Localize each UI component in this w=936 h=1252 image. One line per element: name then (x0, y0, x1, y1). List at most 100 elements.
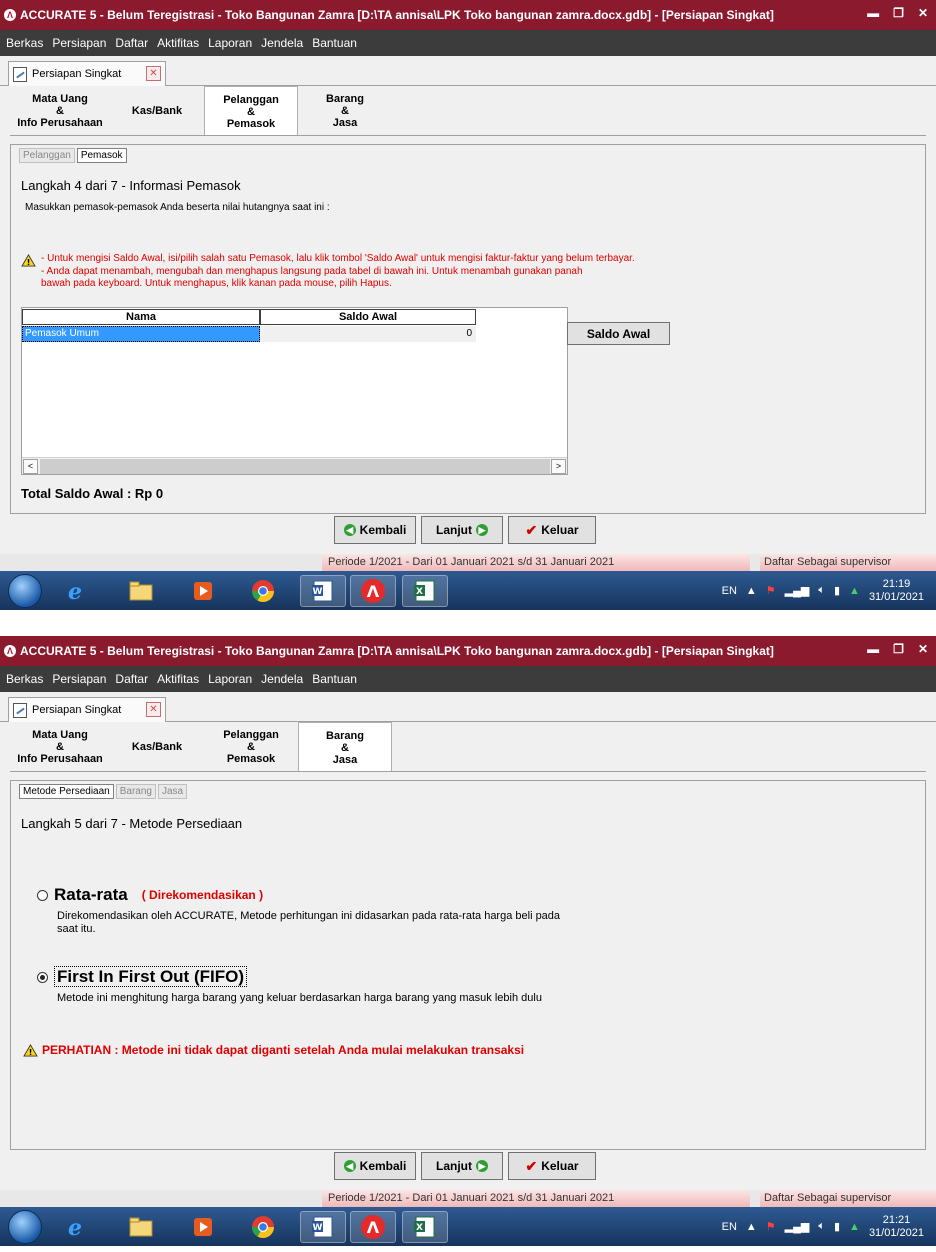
accurate-icon[interactable]: Λ (350, 575, 396, 607)
step-pelanggan-pemasok[interactable]: Pelanggan & Pemasok (204, 86, 298, 136)
word-icon[interactable]: W (300, 575, 346, 607)
scroll-left-icon[interactable]: < (23, 459, 38, 474)
close-icon[interactable]: ✕ (918, 6, 928, 20)
menu-daftar[interactable]: Daftar (115, 36, 148, 50)
power-icon[interactable]: ▮ (834, 1220, 840, 1233)
step-title: Langkah 5 dari 7 - Metode Persediaan (21, 816, 243, 831)
tab-jasa[interactable]: Jasa (157, 784, 188, 799)
chrome-icon[interactable] (240, 1211, 286, 1243)
accurate-icon[interactable]: Λ (350, 1211, 396, 1243)
tab-barang[interactable]: Barang (115, 784, 156, 799)
menu-bantuan[interactable]: Bantuan (312, 672, 357, 686)
option-description: Metode ini menghitung harga barang yang … (57, 992, 542, 1004)
ie-icon[interactable]: e (52, 575, 98, 607)
menu-bantuan[interactable]: Bantuan (312, 36, 357, 50)
menu-aktifitas[interactable]: Aktifitas (157, 36, 199, 50)
ie-icon[interactable]: e (52, 1211, 98, 1243)
flag-icon[interactable]: ⚑ (766, 584, 776, 597)
back-button[interactable]: ◀ Kembali (334, 516, 416, 544)
media-icon[interactable] (180, 1211, 226, 1243)
chrome-icon[interactable] (240, 575, 286, 607)
step-mata-uang[interactable]: Mata Uang & Info Perusahaan (10, 86, 110, 136)
close-icon[interactable]: ✕ (146, 702, 161, 717)
column-nama[interactable]: Nama (22, 309, 260, 325)
horizontal-scrollbar[interactable]: < > (22, 457, 567, 474)
cell-nama[interactable]: Pemasok Umum (22, 326, 260, 342)
media-icon[interactable] (180, 575, 226, 607)
exit-button[interactable]: ✔ Keluar (508, 1152, 596, 1180)
start-orb-icon[interactable] (8, 1210, 42, 1244)
language-indicator[interactable]: EN (722, 1221, 737, 1233)
close-icon[interactable]: ✕ (146, 66, 161, 81)
volume-icon[interactable]: 🔈︎ (818, 1220, 825, 1233)
volume-icon[interactable]: 🔈︎ (818, 584, 825, 597)
show-hidden-icon[interactable]: ▲ (746, 1221, 757, 1233)
step-mata-uang[interactable]: Mata Uang & Info Perusahaan (10, 722, 110, 772)
close-icon[interactable]: ✕ (918, 642, 928, 656)
step-barang-jasa[interactable]: Barang & Jasa (298, 722, 392, 772)
menu-laporan[interactable]: Laporan (208, 36, 252, 50)
radio-rata-rata[interactable] (37, 889, 48, 901)
menu-persiapan[interactable]: Persiapan (52, 36, 106, 50)
show-hidden-icon[interactable]: ▲ (746, 585, 757, 597)
excel-icon[interactable]: X (402, 575, 448, 607)
doc-tab-persiapan[interactable]: Persiapan Singkat ✕ (8, 697, 166, 722)
step-barang-jasa[interactable]: Barang & Jasa (298, 86, 392, 136)
minimize-icon[interactable]: ▬ (867, 642, 879, 656)
clock[interactable]: 21:19 31/01/2021 (869, 578, 924, 604)
menu-persiapan[interactable]: Persiapan (52, 672, 106, 686)
tab-pemasok[interactable]: Pemasok (76, 148, 127, 163)
supplier-grid[interactable]: Nama Saldo Awal Pemasok Umum 0 < > (21, 307, 568, 475)
menu-jendela[interactable]: Jendela (261, 36, 303, 50)
menu-berkas[interactable]: Berkas (6, 672, 43, 686)
word-icon[interactable]: W (300, 1211, 346, 1243)
tab-pelanggan[interactable]: Pelanggan (19, 148, 75, 163)
next-button[interactable]: Lanjut ▶ (421, 516, 503, 544)
minimize-icon[interactable]: ▬ (867, 6, 879, 20)
wizard-panel: Pelanggan Pemasok Langkah 4 dari 7 - Inf… (10, 144, 926, 514)
screenshot-1: Λ ACCURATE 5 - Belum Teregistrasi - Toko… (0, 0, 936, 610)
restore-icon[interactable]: ❐ (893, 642, 904, 656)
folder-icon[interactable] (118, 575, 164, 607)
document-tab-strip: Persiapan Singkat ✕ (0, 56, 936, 86)
network-icon[interactable]: ▲ (849, 585, 860, 597)
clock-date: 31/01/2021 (868, 1226, 924, 1239)
scroll-thumb[interactable] (40, 459, 550, 474)
menu-jendela[interactable]: Jendela (261, 672, 303, 686)
doc-tab-persiapan[interactable]: Persiapan Singkat ✕ (8, 61, 166, 86)
menu-berkas[interactable]: Berkas (6, 36, 43, 50)
folder-icon[interactable] (118, 1211, 164, 1243)
signal-icon[interactable]: ▂▄▆ (785, 1220, 810, 1233)
language-indicator[interactable]: EN (722, 585, 737, 597)
step-kas-bank[interactable]: Kas/Bank (110, 86, 204, 136)
option-fifo[interactable]: First In First Out (FIFO) (37, 966, 247, 987)
saldo-awal-button[interactable]: Saldo Awal (567, 322, 670, 345)
restore-icon[interactable]: ❐ (893, 6, 904, 20)
menu-laporan[interactable]: Laporan (208, 672, 252, 686)
menu-daftar[interactable]: Daftar (115, 672, 148, 686)
svg-text:Λ: Λ (367, 1218, 380, 1237)
start-orb-icon[interactable] (8, 574, 42, 608)
intro-text: Masukkan pemasok-pemasok Anda beserta ni… (25, 202, 330, 213)
signal-icon[interactable]: ▂▄▆ (785, 584, 810, 597)
button-label: Lanjut (436, 523, 472, 537)
step-pelanggan-pemasok[interactable]: Pelanggan & Pemasok (204, 722, 298, 772)
exit-button[interactable]: ✔ Keluar (508, 516, 596, 544)
power-icon[interactable]: ▮ (834, 584, 840, 597)
next-button[interactable]: Lanjut ▶ (421, 1152, 503, 1180)
network-icon[interactable]: ▲ (849, 1221, 860, 1233)
scroll-right-icon[interactable]: > (551, 459, 566, 474)
document-tab-strip: Persiapan Singkat ✕ (0, 692, 936, 722)
flag-icon[interactable]: ⚑ (766, 1220, 776, 1233)
tab-metode-persediaan[interactable]: Metode Persediaan (19, 784, 114, 799)
step-kas-bank[interactable]: Kas/Bank (110, 722, 204, 772)
clock[interactable]: 21:21 31/01/2021 (869, 1214, 924, 1240)
back-button[interactable]: ◀ Kembali (334, 1152, 416, 1180)
option-rata-rata[interactable]: Rata-rata ( Direkomendasikan ) (37, 885, 263, 905)
radio-fifo[interactable] (37, 971, 48, 983)
excel-icon[interactable]: X (402, 1211, 448, 1243)
column-saldo-awal[interactable]: Saldo Awal (260, 309, 476, 325)
cell-saldo[interactable]: 0 (260, 326, 476, 342)
menu-aktifitas[interactable]: Aktifitas (157, 672, 199, 686)
table-row[interactable]: Pemasok Umum 0 (22, 326, 476, 343)
